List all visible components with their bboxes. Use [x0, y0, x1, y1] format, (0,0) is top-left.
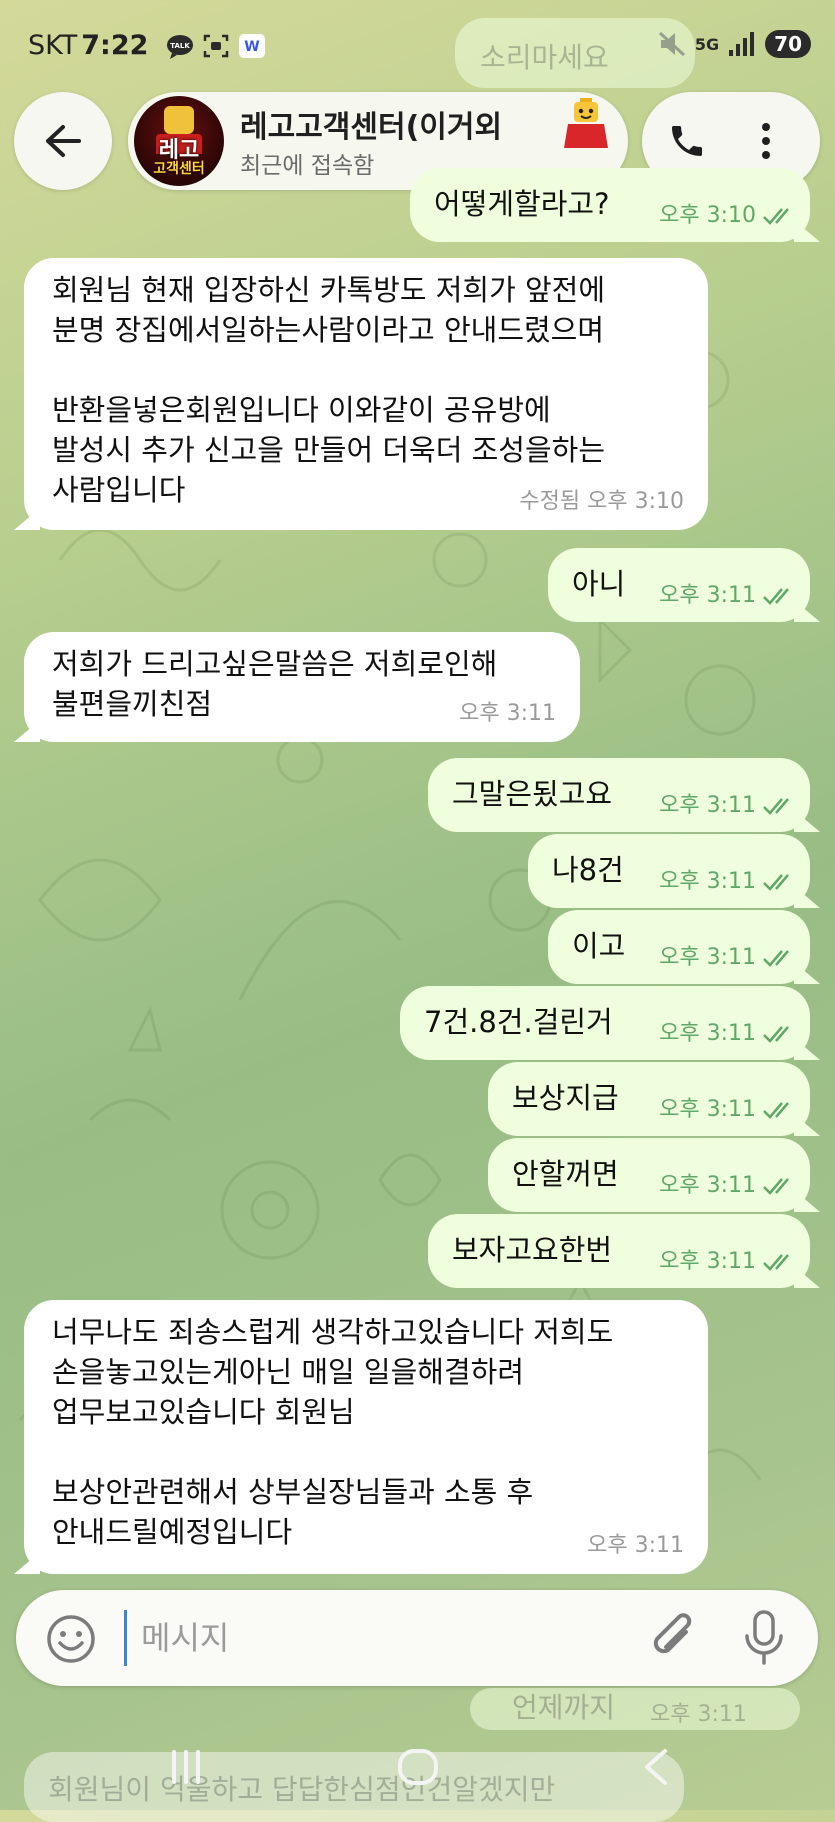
battery-level: 70 — [765, 30, 811, 58]
message-outgoing[interactable]: 보자고요한번 오후 3:11 — [428, 1214, 810, 1288]
message-text: 이고 — [572, 929, 626, 963]
message-outgoing[interactable]: 아니 오후 3:11 — [548, 548, 810, 622]
message-composer — [16, 1590, 818, 1686]
talk-icon: TALK — [167, 35, 193, 59]
status-carrier-time: SKT 7:22 — [28, 30, 148, 61]
message-incoming[interactable]: 저희가 드리고싶은말씀은 저희로인해 불편을끼친점 오후 3:11 — [24, 632, 580, 742]
network-label: 5G — [694, 34, 720, 54]
message-text: 7건.8건.걸린거 — [424, 1005, 613, 1039]
message-meta: 오후 3:11 — [659, 1090, 796, 1130]
message-outgoing[interactable]: 어떻게할라고? 오후 3:10 — [410, 168, 810, 242]
double-check-icon — [763, 950, 789, 967]
avatar-text-2: 고객센터 — [153, 161, 205, 177]
double-check-icon — [763, 1254, 789, 1271]
message-meta: 오후 3:11 — [659, 1166, 796, 1206]
message-time: 오후 3:11 — [659, 869, 756, 894]
message-outgoing[interactable]: 이고 오후 3:11 — [548, 910, 810, 984]
message-text: 보자고요한번 — [452, 1233, 613, 1267]
message-time: 오후 3:11 — [587, 1533, 684, 1558]
microphone-icon[interactable] — [736, 1608, 792, 1668]
recent-apps-button[interactable] — [156, 1742, 216, 1792]
message-meta: 오후 3:11 — [659, 1014, 796, 1054]
chat-last-seen: 최근에 접속함 — [240, 153, 375, 179]
message-time: 수정됨 오후 3:10 — [519, 489, 684, 514]
double-check-icon — [763, 1026, 789, 1043]
message-outgoing[interactable]: 7건.8건.걸린거 오후 3:11 — [400, 986, 810, 1060]
signal-icon — [729, 32, 755, 56]
message-outgoing[interactable]: 나8건 오후 3:11 — [528, 834, 810, 908]
message-text: 그말은됬고요 — [452, 777, 613, 811]
message-input[interactable] — [124, 1610, 661, 1666]
call-button[interactable] — [662, 116, 712, 166]
double-check-icon — [763, 208, 789, 225]
svg-text:TALK: TALK — [170, 42, 190, 50]
message-time: 오후 3:11 — [659, 1021, 756, 1046]
home-icon — [398, 1749, 438, 1785]
lego-minifigure-icon — [564, 98, 608, 148]
status-bar: SKT 7:22 TALK W 5G 70 — [0, 0, 835, 90]
message-text: 안할꺼면 — [512, 1157, 619, 1191]
message-outgoing[interactable]: 안할꺼면 오후 3:11 — [488, 1138, 810, 1212]
message-meta: 오후 3:11 — [659, 938, 796, 978]
message-time: 오후 3:11 — [659, 1173, 756, 1198]
message-text: 나8건 — [552, 853, 624, 887]
carrier-label: SKT — [28, 30, 78, 61]
message-time: 오후 3:11 — [659, 583, 756, 608]
message-time: 오후 3:11 — [659, 1097, 756, 1122]
message-meta: 오후 3:10 — [659, 196, 796, 236]
message-time: 오후 3:11 — [459, 701, 556, 726]
message-incoming[interactable]: 너무나도 죄송스럽게 생각하고있습니다 저희도 손을놓고있는게아닌 매일 일을해… — [24, 1300, 708, 1574]
double-check-icon — [763, 1102, 789, 1119]
faded-text-top: 소리마세요 — [480, 41, 609, 74]
clock: 7:22 — [81, 30, 149, 61]
message-text: 어떻게할라고? — [434, 187, 610, 221]
message-outgoing[interactable]: 보상지급 오후 3:11 — [488, 1062, 810, 1136]
home-button[interactable] — [388, 1742, 448, 1792]
emoji-icon[interactable] — [44, 1612, 98, 1666]
message-meta: 오후 3:11 — [659, 576, 796, 616]
message-text: 너무나도 죄송스럽게 생각하고있습니다 저희도 손을놓고있는게아닌 매일 일을해… — [52, 1315, 614, 1549]
message-meta: 오후 3:11 — [659, 786, 796, 826]
double-check-icon — [763, 588, 789, 605]
message-time: 오후 3:11 — [659, 945, 756, 970]
message-outgoing[interactable]: 그말은됬고요 오후 3:11 — [428, 758, 810, 832]
message-text: 회원님 현재 입장하신 카톡방도 저희가 앞전에 분명 장집에서일하는사람이라고… — [52, 273, 606, 507]
system-navigation-bar — [0, 1720, 835, 1810]
message-text: 보상지급 — [512, 1081, 619, 1115]
double-check-icon — [763, 1178, 789, 1195]
avatar[interactable]: 레고 고객센터 — [134, 96, 224, 186]
message-time: 오후 3:10 — [659, 203, 756, 228]
arrow-left-icon — [46, 125, 81, 157]
message-time: 오후 3:11 — [659, 793, 756, 818]
screenshot-icon — [203, 34, 229, 58]
app-w-icon: W — [239, 34, 265, 58]
message-meta: 오후 3:11 — [659, 1242, 796, 1282]
message-meta: 오후 3:11 — [659, 862, 796, 902]
double-check-icon — [763, 798, 789, 815]
recent-apps-icon — [172, 1750, 200, 1784]
double-check-icon — [763, 874, 789, 891]
message-incoming[interactable]: 회원님 현재 입장하신 카톡방도 저희가 앞전에 분명 장집에서일하는사람이라고… — [24, 258, 708, 530]
more-options-button[interactable] — [746, 116, 786, 166]
chevron-left-icon — [645, 1749, 667, 1785]
message-text: 아니 — [572, 567, 626, 601]
svg-text:W: W — [244, 39, 259, 55]
paperclip-icon[interactable] — [646, 1610, 702, 1666]
system-back-button[interactable] — [626, 1742, 686, 1792]
chat-title: 레고고객센터(이거외 — [240, 110, 503, 145]
phone-icon — [672, 126, 702, 156]
message-time: 오후 3:11 — [659, 1249, 756, 1274]
back-button[interactable] — [14, 92, 112, 190]
more-vertical-icon — [762, 123, 770, 159]
